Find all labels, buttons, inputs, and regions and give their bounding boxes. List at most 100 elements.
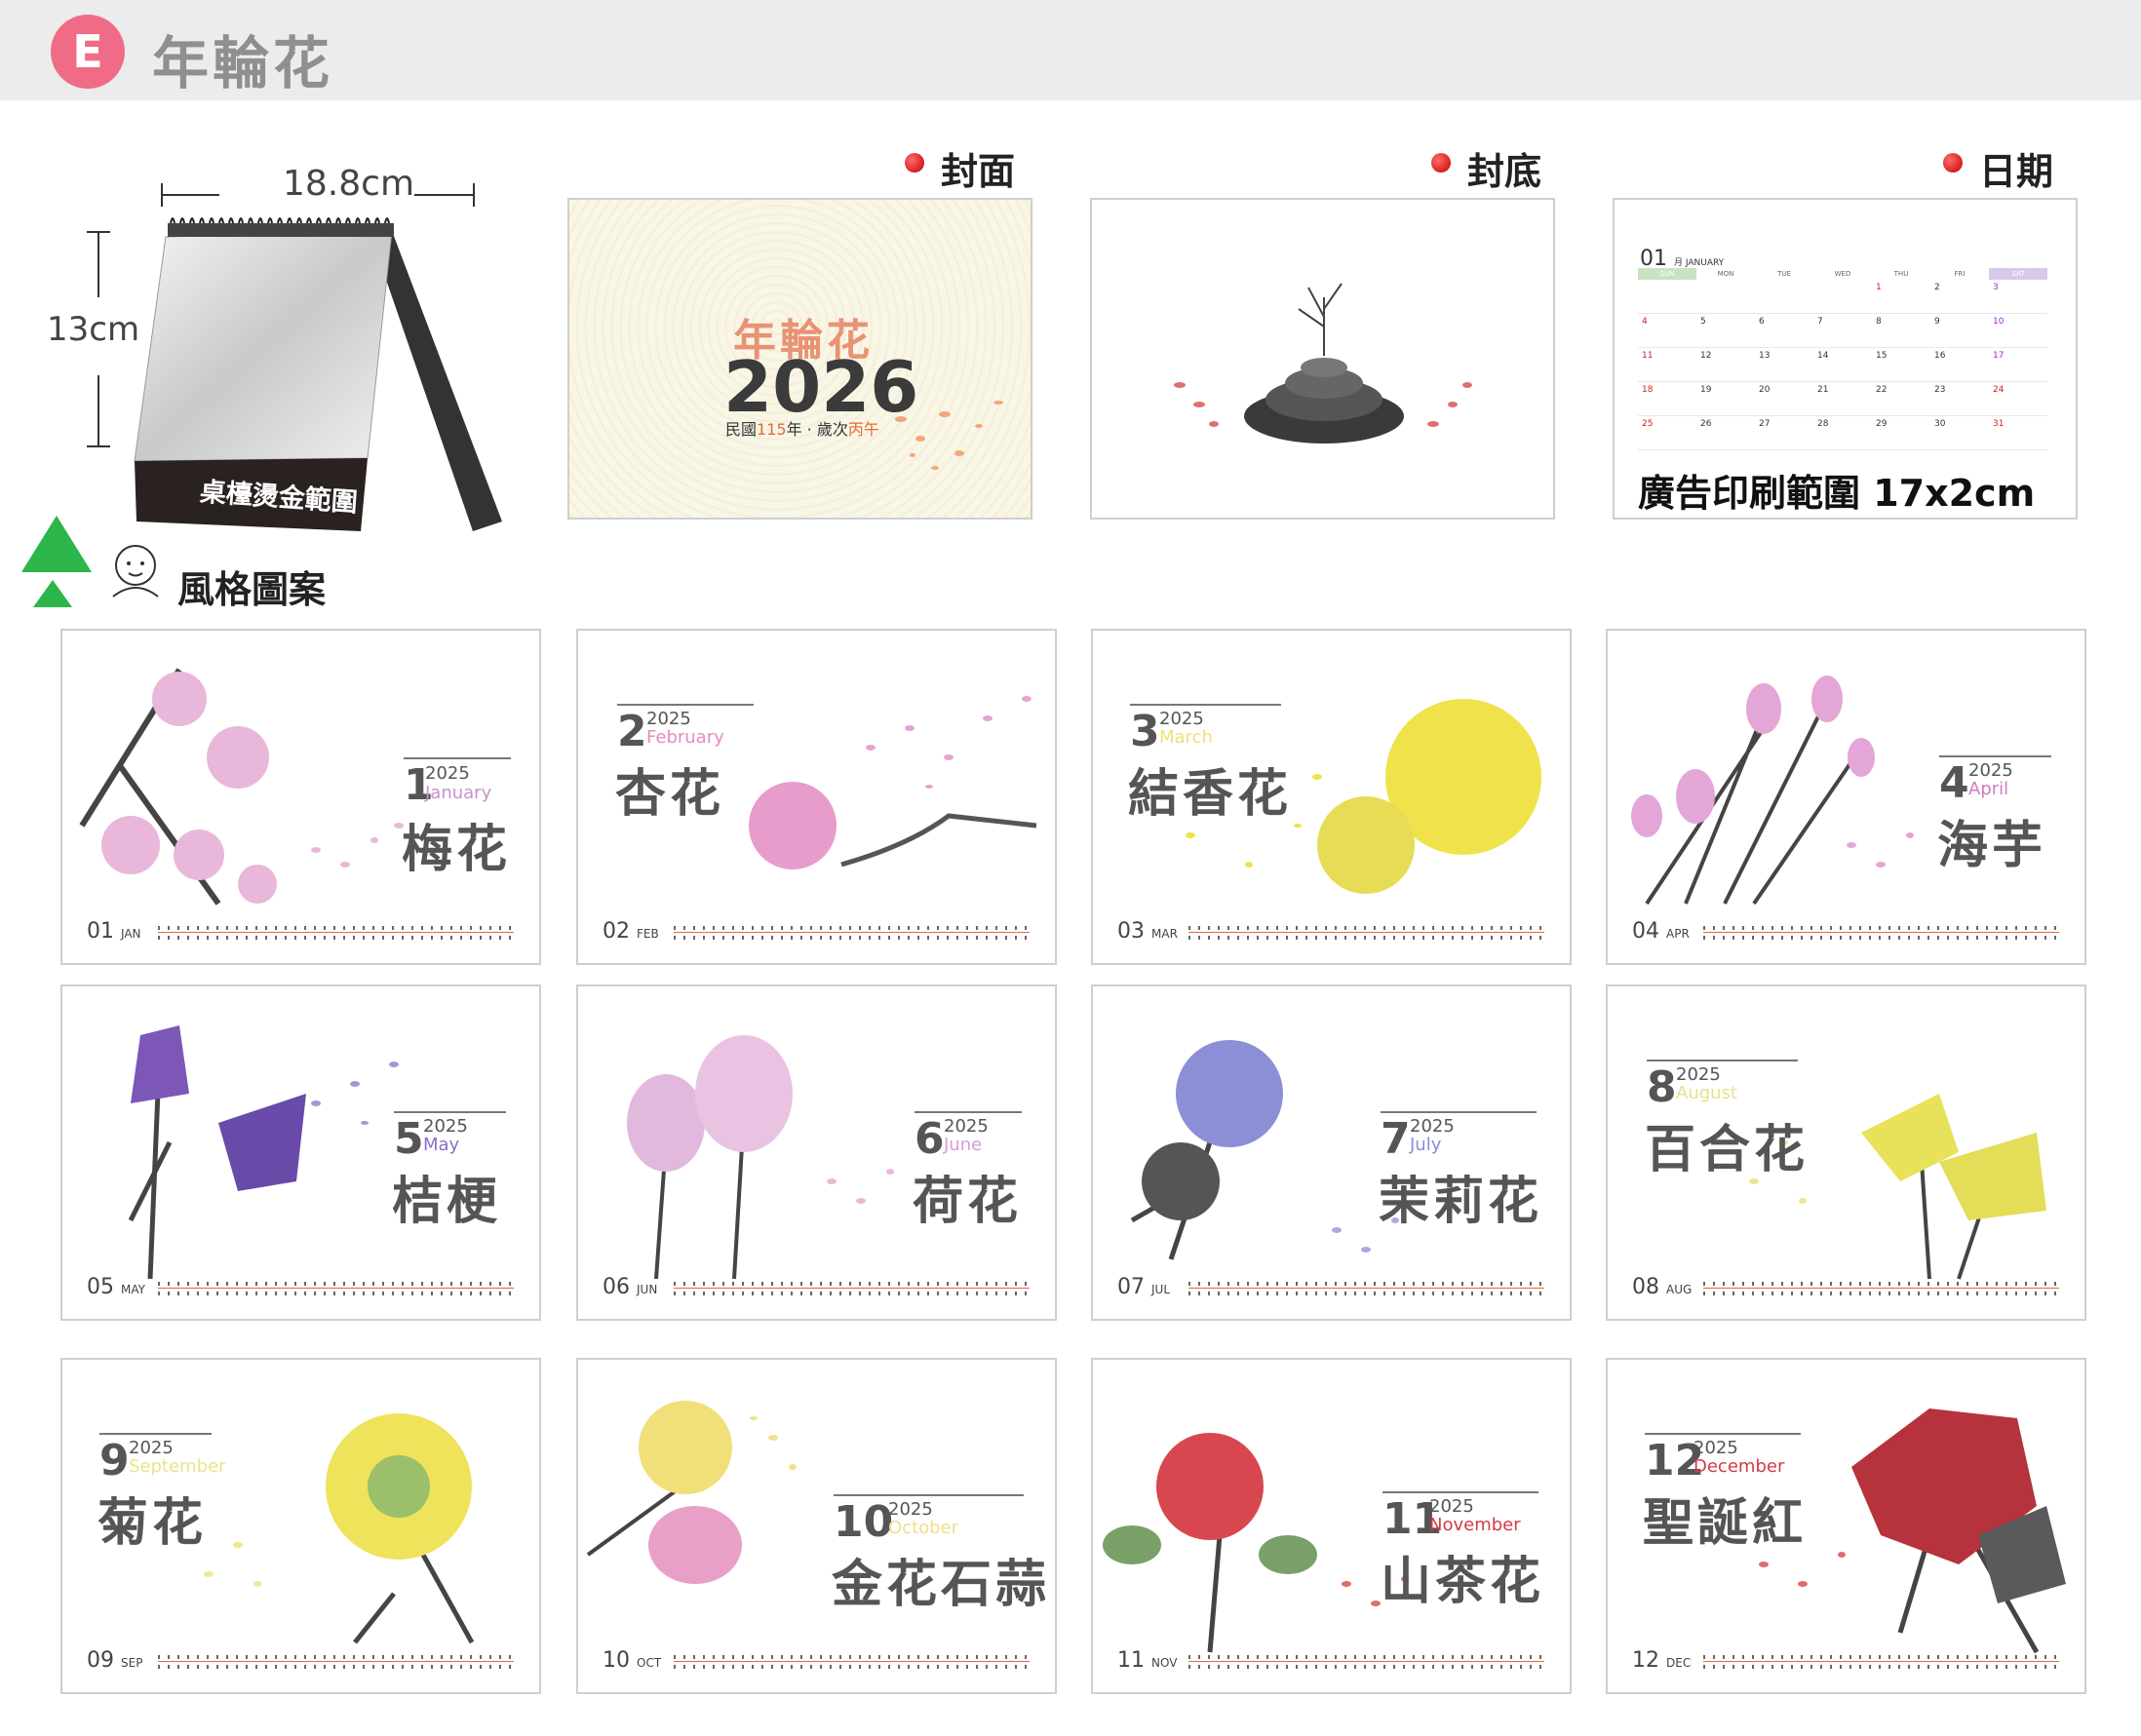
week-row: 11 12 13 14 15 16 17: [1638, 348, 2047, 382]
date-grid: SUN MON TUE WED THU FRI SAT 1 2 3 4 5 6 …: [1638, 268, 2047, 450]
month-year: 2025: [1693, 1438, 1738, 1458]
style-pattern-label: 風格圖案: [177, 568, 327, 611]
date-label: 日期: [1979, 150, 2054, 193]
day-cell: 29: [1876, 419, 1888, 429]
week-row: 18 19 20 21 22 23 24: [1638, 382, 2047, 416]
month-english: August: [1676, 1083, 1737, 1103]
lotus-flower-image: [627, 1035, 894, 1280]
day-cell: 5: [1700, 317, 1706, 327]
month-card-jun: 6 2025 June 荷花 06 JUN: [576, 984, 1057, 1321]
cover-preview: 年輪花 2026 民國115年 · 歲次丙午: [567, 198, 1032, 520]
day-cell: 20: [1759, 385, 1771, 395]
height-dimension-line: [97, 375, 99, 445]
month-rule: [99, 1433, 212, 1435]
day-cell: 3: [1993, 283, 1999, 292]
day-cell: 13: [1759, 351, 1771, 361]
weekday-header: FRI: [1954, 270, 1966, 278]
month-flower-name: 杏花: [615, 765, 725, 824]
day-cell: 23: [1934, 385, 1946, 395]
day-cell: 22: [1876, 385, 1888, 395]
month-flower-name: 聖誕紅: [1643, 1494, 1808, 1553]
month-number: 7: [1381, 1114, 1411, 1164]
weekday-header: SAT: [1989, 268, 2047, 280]
spider-lily-image: [586, 1401, 797, 1584]
month-flower-name: 海芋: [1937, 817, 2047, 875]
month-year: 2025: [1410, 1116, 1455, 1137]
week-row: 1 2 3: [1638, 280, 2047, 314]
calla-lily-image: [1631, 675, 1914, 906]
month-flower-name: 金花石蒜: [832, 1556, 1051, 1614]
day-strip: [158, 924, 514, 942]
month-flower-name: 山茶花: [1381, 1553, 1545, 1611]
balloon-flower-image: [128, 1025, 399, 1280]
day-cell: 7: [1817, 317, 1823, 327]
month-footer: 09 SEP: [87, 1648, 143, 1673]
month-rule: [1382, 1491, 1538, 1493]
cover-label: 封面: [941, 150, 1016, 193]
month-number: 4: [1939, 758, 1969, 808]
day-strip: [158, 1280, 514, 1297]
day-strip: [674, 1653, 1030, 1671]
month-flower-name: 百合花: [1645, 1121, 1810, 1179]
day-strip: [674, 924, 1030, 942]
page-title: 年輪花: [152, 30, 334, 96]
day-cell: 8: [1876, 317, 1882, 327]
month-flower-name: 梅花: [402, 821, 512, 879]
month-rule: [404, 757, 511, 759]
month-english: November: [1429, 1515, 1521, 1535]
month-year: 2025: [129, 1438, 174, 1458]
month-rule: [1130, 704, 1281, 706]
month-rule: [1381, 1111, 1537, 1113]
month-number: 6: [915, 1114, 945, 1164]
month-english: June: [944, 1135, 983, 1155]
day-strip: [1703, 1280, 2059, 1297]
width-dimension-tick: [473, 183, 475, 207]
month-card-apr: 4 2025 April 海芋 04 APR: [1606, 629, 2086, 965]
bullet-dot-icon: [1431, 153, 1451, 173]
month-english: December: [1693, 1456, 1785, 1477]
month-footer: 01 JAN: [87, 919, 141, 944]
day-cell: 28: [1817, 419, 1829, 429]
girl-face-icon: [112, 545, 159, 598]
week-row: 25 26 27 28 29 30 31: [1638, 416, 2047, 450]
day-cell: 17: [1993, 351, 2005, 361]
style-badge: E: [51, 15, 125, 89]
month-english: September: [129, 1456, 226, 1477]
height-label: 13cm: [47, 310, 140, 349]
ad-print-area-label: 廣告印刷範圍 17x2cm: [1638, 472, 2036, 515]
back-cover-label: 封底: [1467, 150, 1542, 193]
month-year: 2025: [1968, 760, 2013, 781]
day-cell: 12: [1700, 351, 1712, 361]
month-footer: 03 MAR: [1117, 919, 1178, 944]
month-footer: 10 OCT: [603, 1648, 662, 1673]
month-english: July: [1410, 1135, 1442, 1155]
day-cell: 24: [1993, 385, 2005, 395]
month-english: March: [1159, 727, 1213, 748]
month-flower-name: 結香花: [1128, 765, 1293, 824]
month-year: 2025: [1676, 1064, 1721, 1085]
month-rule: [834, 1494, 1024, 1496]
back-cover-preview: [1090, 198, 1555, 520]
month-english: May: [423, 1135, 460, 1155]
day-cell: [1813, 280, 1872, 313]
month-flower-name: 桔梗: [392, 1173, 502, 1231]
month-number: 5: [394, 1114, 424, 1164]
month-year: 2025: [646, 709, 691, 729]
week-row: 4 5 6 7 8 9 10: [1638, 314, 2047, 348]
width-dimension-line: [414, 194, 475, 196]
day-strip: [674, 1280, 1030, 1297]
month-footer: 12 DEC: [1632, 1648, 1692, 1673]
month-card-nov: 11 2025 November 山茶花 11 NOV: [1091, 1358, 1572, 1694]
month-footer: 08 AUG: [1632, 1275, 1693, 1299]
month-flower-name: 茉莉花: [1379, 1173, 1543, 1231]
month-english: February: [646, 727, 724, 748]
day-strip: [1188, 1280, 1544, 1297]
day-cell: 26: [1700, 419, 1712, 429]
month-year: 2025: [425, 763, 470, 784]
day-cell: 27: [1759, 419, 1771, 429]
day-cell: 16: [1934, 351, 1946, 361]
day-strip: [1703, 1653, 2059, 1671]
month-number: 9: [99, 1436, 130, 1485]
month-year: 2025: [944, 1116, 989, 1137]
day-strip: [158, 1653, 514, 1671]
